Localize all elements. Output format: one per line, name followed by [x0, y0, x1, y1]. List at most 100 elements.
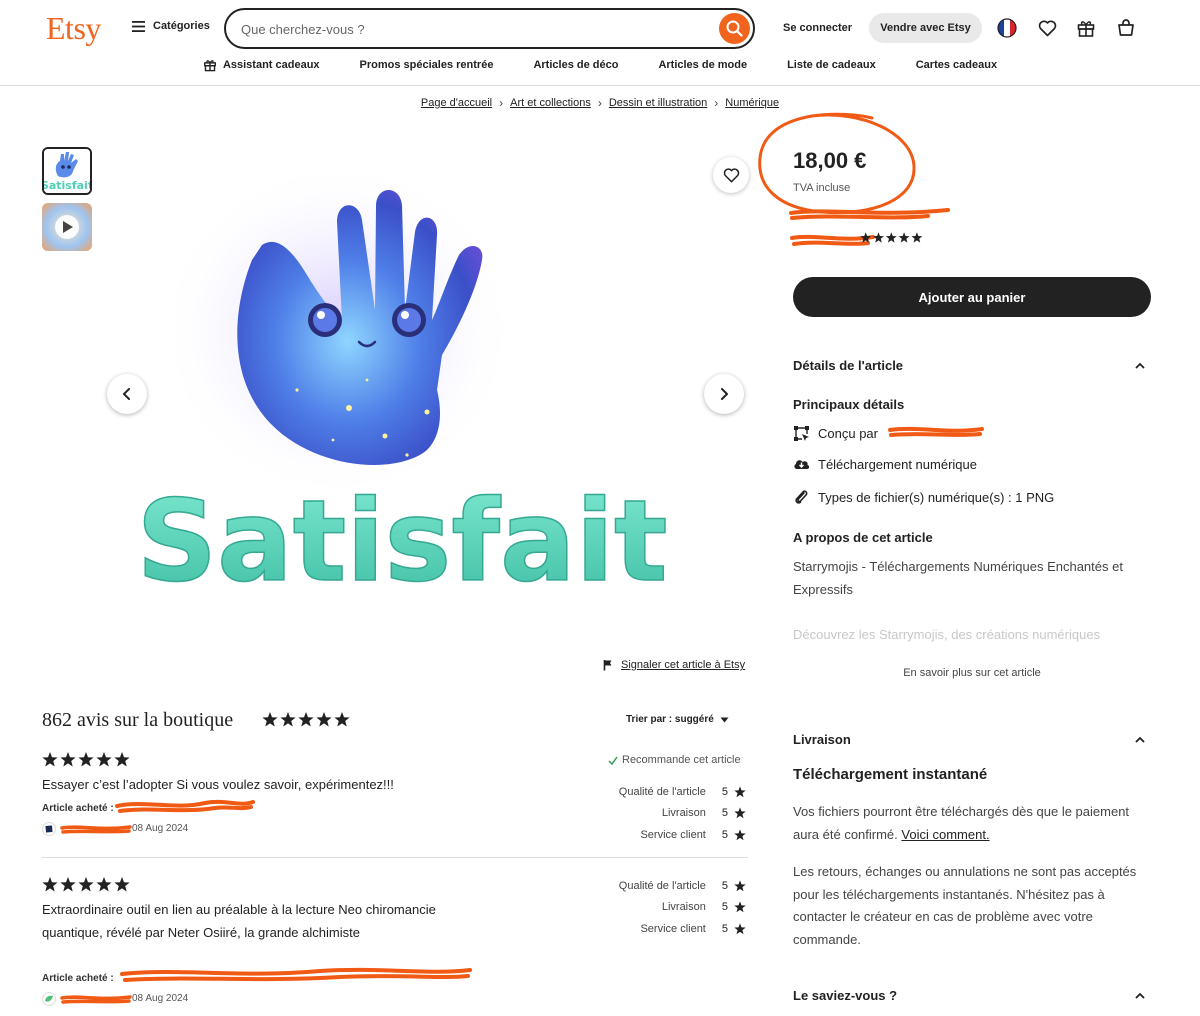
reviews-title: 862 avis sur la boutique	[42, 709, 234, 731]
star-icon	[316, 712, 332, 727]
review-1-ratings: Qualité de l'article 5 Livraison 5 Service…	[560, 781, 746, 846]
redaction-scribble	[888, 426, 984, 437]
rating-label: Service client	[640, 828, 706, 841]
rating-row: Service client 5	[560, 824, 746, 846]
check-icon	[608, 756, 618, 765]
shop-rating-stars	[262, 712, 352, 728]
nav-gift-assistant[interactable]: Assistant cadeaux	[183, 58, 340, 72]
breadcrumb-home[interactable]: Page d'accueil	[421, 97, 492, 109]
favorite-button[interactable]	[713, 157, 749, 193]
sell-on-etsy-button[interactable]: Vendre avec Etsy	[869, 13, 982, 43]
review-1-purchased: Article acheté :	[42, 803, 114, 814]
nav-home-decor[interactable]: Articles de déco	[513, 58, 638, 72]
file-types-row: Types de fichier(s) numérique(s) : 1 PNG	[793, 489, 1054, 506]
chevron-left-icon	[121, 387, 133, 401]
next-image-button[interactable]	[704, 374, 744, 414]
etsy-logo[interactable]: Etsy	[46, 10, 101, 47]
shop-rating-stars	[860, 232, 924, 244]
chevron-right-icon: ›	[499, 96, 504, 110]
search-input[interactable]	[241, 19, 711, 39]
star-icon	[78, 752, 94, 767]
star-icon	[734, 901, 746, 913]
how-it-works-link[interactable]: Voici comment.	[901, 827, 989, 842]
reviewer-avatar	[42, 822, 56, 836]
nav-gift-cards[interactable]: Cartes cadeaux	[896, 58, 1017, 72]
star-icon	[96, 752, 112, 767]
breadcrumb-drawing[interactable]: Dessin et illustration	[609, 97, 707, 109]
sort-dropdown[interactable]: Trier par : suggéré	[626, 714, 729, 725]
thumbnail-1[interactable]: Satisfait	[42, 147, 92, 195]
star-icon	[734, 880, 746, 892]
review-2-stars	[42, 877, 132, 893]
signin-link[interactable]: Se connecter	[783, 22, 852, 34]
nav-gift-registry[interactable]: Liste de cadeaux	[767, 58, 896, 72]
svg-text:Satisfait: Satisfait	[44, 179, 90, 192]
breadcrumb-art[interactable]: Art et collections	[510, 97, 591, 109]
main-details-heading: Principaux détails	[793, 397, 905, 412]
heart-icon[interactable]	[1036, 17, 1058, 39]
cart-icon[interactable]	[1115, 17, 1137, 39]
rating-row: Service client 5	[560, 918, 746, 940]
purchased-label: Article acheté :	[42, 803, 114, 814]
star-icon	[42, 877, 58, 892]
purchased-label: Article acheté :	[42, 973, 114, 984]
header-divider	[0, 85, 1200, 86]
item-details-toggle[interactable]: Détails de l'article	[793, 358, 1151, 373]
nav-back-to-school[interactable]: Promos spéciales rentrée	[340, 58, 514, 72]
categories-menu-button[interactable]: Catégories	[132, 20, 210, 32]
categories-label: Catégories	[153, 20, 210, 32]
digital-download-label: Téléchargement numérique	[818, 457, 977, 472]
nav-fashion[interactable]: Articles de mode	[638, 58, 767, 72]
star-icon	[280, 712, 296, 727]
star-icon	[860, 232, 872, 243]
previous-image-button[interactable]	[107, 374, 147, 414]
redaction-scribble	[789, 208, 950, 246]
gift-icon	[203, 58, 217, 72]
star-icon	[334, 712, 350, 727]
star-icon	[96, 877, 112, 892]
star-icon	[734, 829, 746, 841]
rating-label: Livraison	[661, 807, 706, 820]
did-you-know-toggle[interactable]: Le saviez-vous ?	[793, 988, 1151, 1003]
about-text-faded: Découvrez les Starrymojis, des créations…	[793, 624, 1153, 647]
gift-icon[interactable]	[1075, 17, 1097, 39]
rating-label: Service client	[640, 922, 706, 935]
chevron-right-icon	[718, 387, 730, 401]
main-product-image: Satisfait	[97, 150, 752, 645]
reviewer-avatar	[42, 992, 56, 1006]
learn-more-link[interactable]: En savoir plus sur cet article	[793, 667, 1151, 679]
rating-label: Qualité de l'article	[618, 879, 706, 892]
rating-row: Qualité de l'article 5	[560, 875, 746, 897]
report-item-link[interactable]: Signaler cet article à Etsy	[603, 659, 745, 671]
redaction-scribble	[60, 995, 132, 1004]
search-bar	[224, 8, 755, 49]
nav-label: Articles de déco	[533, 59, 619, 71]
rating-value: 5	[721, 879, 728, 892]
video-thumbnail[interactable]	[42, 203, 92, 251]
star-icon	[78, 877, 94, 892]
star-icon	[734, 786, 746, 798]
shipping-text-1: Vos fichiers pourront être téléchargés d…	[793, 801, 1153, 846]
star-icon	[114, 877, 130, 892]
add-to-cart-button[interactable]: Ajouter au panier	[793, 277, 1151, 317]
shipping-text-2: Les retours, échanges ou annulations ne …	[793, 864, 1137, 947]
france-flag-icon[interactable]	[996, 17, 1018, 39]
chevron-right-icon: ›	[597, 96, 602, 110]
nav-label: Liste de cadeaux	[787, 59, 876, 71]
search-button[interactable]	[719, 13, 750, 44]
about-text: Starrymojis - Téléchargements Numériques…	[793, 559, 1123, 597]
nav-label: Cartes cadeaux	[915, 59, 998, 71]
designed-by-label: Conçu par	[818, 426, 878, 441]
shipping-toggle[interactable]: Livraison	[793, 732, 1151, 747]
rating-value: 5	[721, 901, 728, 914]
sort-label: Trier par : suggéré	[626, 714, 714, 725]
breadcrumb: Page d'accueil › Art et collections › De…	[0, 96, 1200, 110]
review-divider	[42, 857, 748, 858]
flag-icon	[603, 659, 613, 671]
cloud-download-icon	[793, 457, 810, 472]
star-icon	[734, 807, 746, 819]
rating-row: Livraison 5	[560, 803, 746, 825]
rating-label: Livraison	[661, 901, 706, 914]
report-label: Signaler cet article à Etsy	[621, 659, 746, 671]
star-icon	[60, 752, 76, 767]
